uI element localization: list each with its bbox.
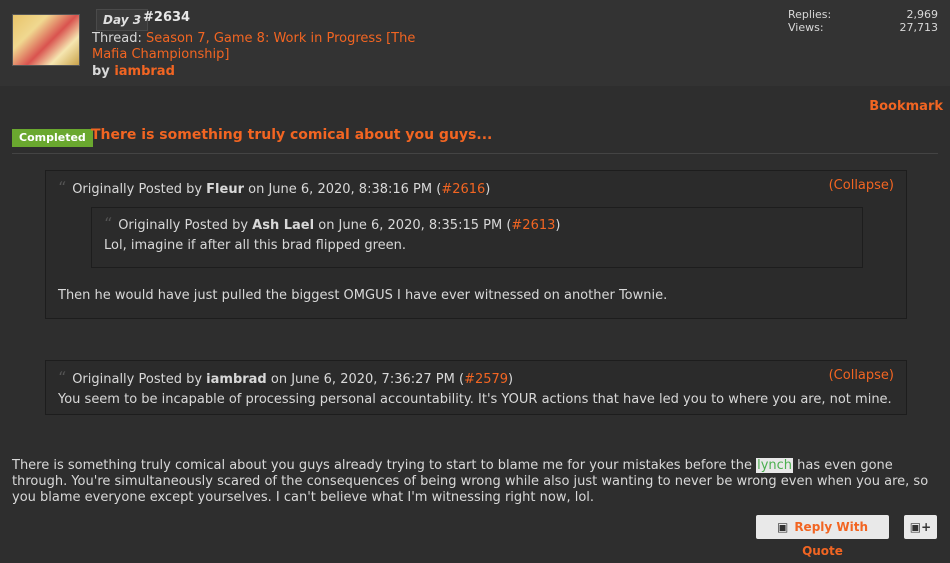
- completed-badge: Completed: [12, 129, 93, 147]
- multi-quote-icon: ▣+: [909, 520, 932, 534]
- quote-body: You seem to be incapable of processing p…: [58, 392, 892, 407]
- quote-prefix: Originally Posted by: [72, 372, 203, 387]
- quote-post-link[interactable]: #2579: [464, 372, 508, 387]
- thread-stats: Replies: 2,969 Views: 27,713: [788, 8, 938, 34]
- nested-quote-body: Lol, imagine if after all this brad flip…: [104, 238, 407, 253]
- quote-prefix: Originally Posted by: [72, 182, 203, 197]
- replies-count: 2,969: [906, 8, 939, 21]
- by-label: by: [92, 64, 110, 79]
- quote-prefix: Originally Posted by: [118, 218, 249, 233]
- quote-header: “ Originally Posted by iambrad on June 6,…: [58, 368, 513, 387]
- highlighted-word[interactable]: lynch: [756, 458, 794, 473]
- quote-block-ash-lael: “ Originally Posted by Ash Lael on June 6…: [91, 207, 863, 268]
- collapse-button[interactable]: (Collapse): [829, 178, 894, 193]
- quote-header: “ Originally Posted by Fleur on June 6, 2…: [58, 178, 490, 197]
- bookmark-link[interactable]: Bookmark: [869, 99, 943, 114]
- quote-author: iambrad: [206, 372, 267, 387]
- divider: [12, 153, 938, 154]
- quote-author: Fleur: [206, 182, 244, 197]
- quote-post-link[interactable]: #2613: [511, 218, 555, 233]
- day-badge: Day 3: [96, 9, 149, 31]
- reply-with-quote-label: Reply With Quote: [794, 520, 869, 558]
- quote-block-fleur: “ Originally Posted by Fleur on June 6, 2…: [45, 170, 907, 319]
- views-count: 27,713: [899, 21, 939, 34]
- quote-close-paren: ): [555, 218, 561, 233]
- nested-quote-header: “ Originally Posted by Ash Lael on June 6…: [104, 214, 560, 233]
- thread-header: Day 3 #2634 Thread: Season 7, Game 8: Wo…: [0, 0, 950, 86]
- thread-label: Thread:: [92, 31, 142, 46]
- quote-date: on June 6, 2020, 8:35:15 PM (: [318, 218, 512, 233]
- author-line: by iambrad: [92, 64, 175, 79]
- multi-quote-button[interactable]: ▣+: [904, 515, 937, 539]
- quote-close-paren: ): [485, 182, 491, 197]
- quote-post-link[interactable]: #2616: [441, 182, 485, 197]
- replies-label: Replies:: [788, 8, 832, 21]
- quote-bubble-icon: ▣: [776, 520, 789, 534]
- post-number[interactable]: #2634: [143, 10, 190, 25]
- quote-mark-icon: “: [58, 178, 67, 197]
- quote-block-iambrad: “ Originally Posted by iambrad on June 6,…: [45, 360, 907, 415]
- quote-mark-icon: “: [104, 214, 113, 233]
- reply-with-quote-button[interactable]: ▣ Reply With Quote: [756, 515, 889, 558]
- thread-line: Thread: Season 7, Game 8: Work in Progre…: [92, 31, 452, 63]
- post-body-text-start: There is something truly comical about y…: [12, 458, 757, 473]
- quote-mark-icon: “: [58, 368, 67, 387]
- views-label: Views:: [788, 21, 824, 34]
- quote-close-paren: ): [508, 372, 514, 387]
- quote-date: on June 6, 2020, 7:36:27 PM (: [270, 372, 465, 387]
- post-title: There is something truly comical about y…: [91, 127, 493, 143]
- quote-body: Then he would have just pulled the bigge…: [58, 288, 668, 303]
- collapse-button[interactable]: (Collapse): [829, 368, 894, 383]
- user-avatar[interactable]: [12, 14, 80, 66]
- quote-date: on June 6, 2020, 8:38:16 PM (: [248, 182, 442, 197]
- quote-author: Ash Lael: [252, 218, 315, 233]
- post-body: There is something truly comical about y…: [12, 458, 940, 506]
- author-link[interactable]: iambrad: [114, 64, 175, 79]
